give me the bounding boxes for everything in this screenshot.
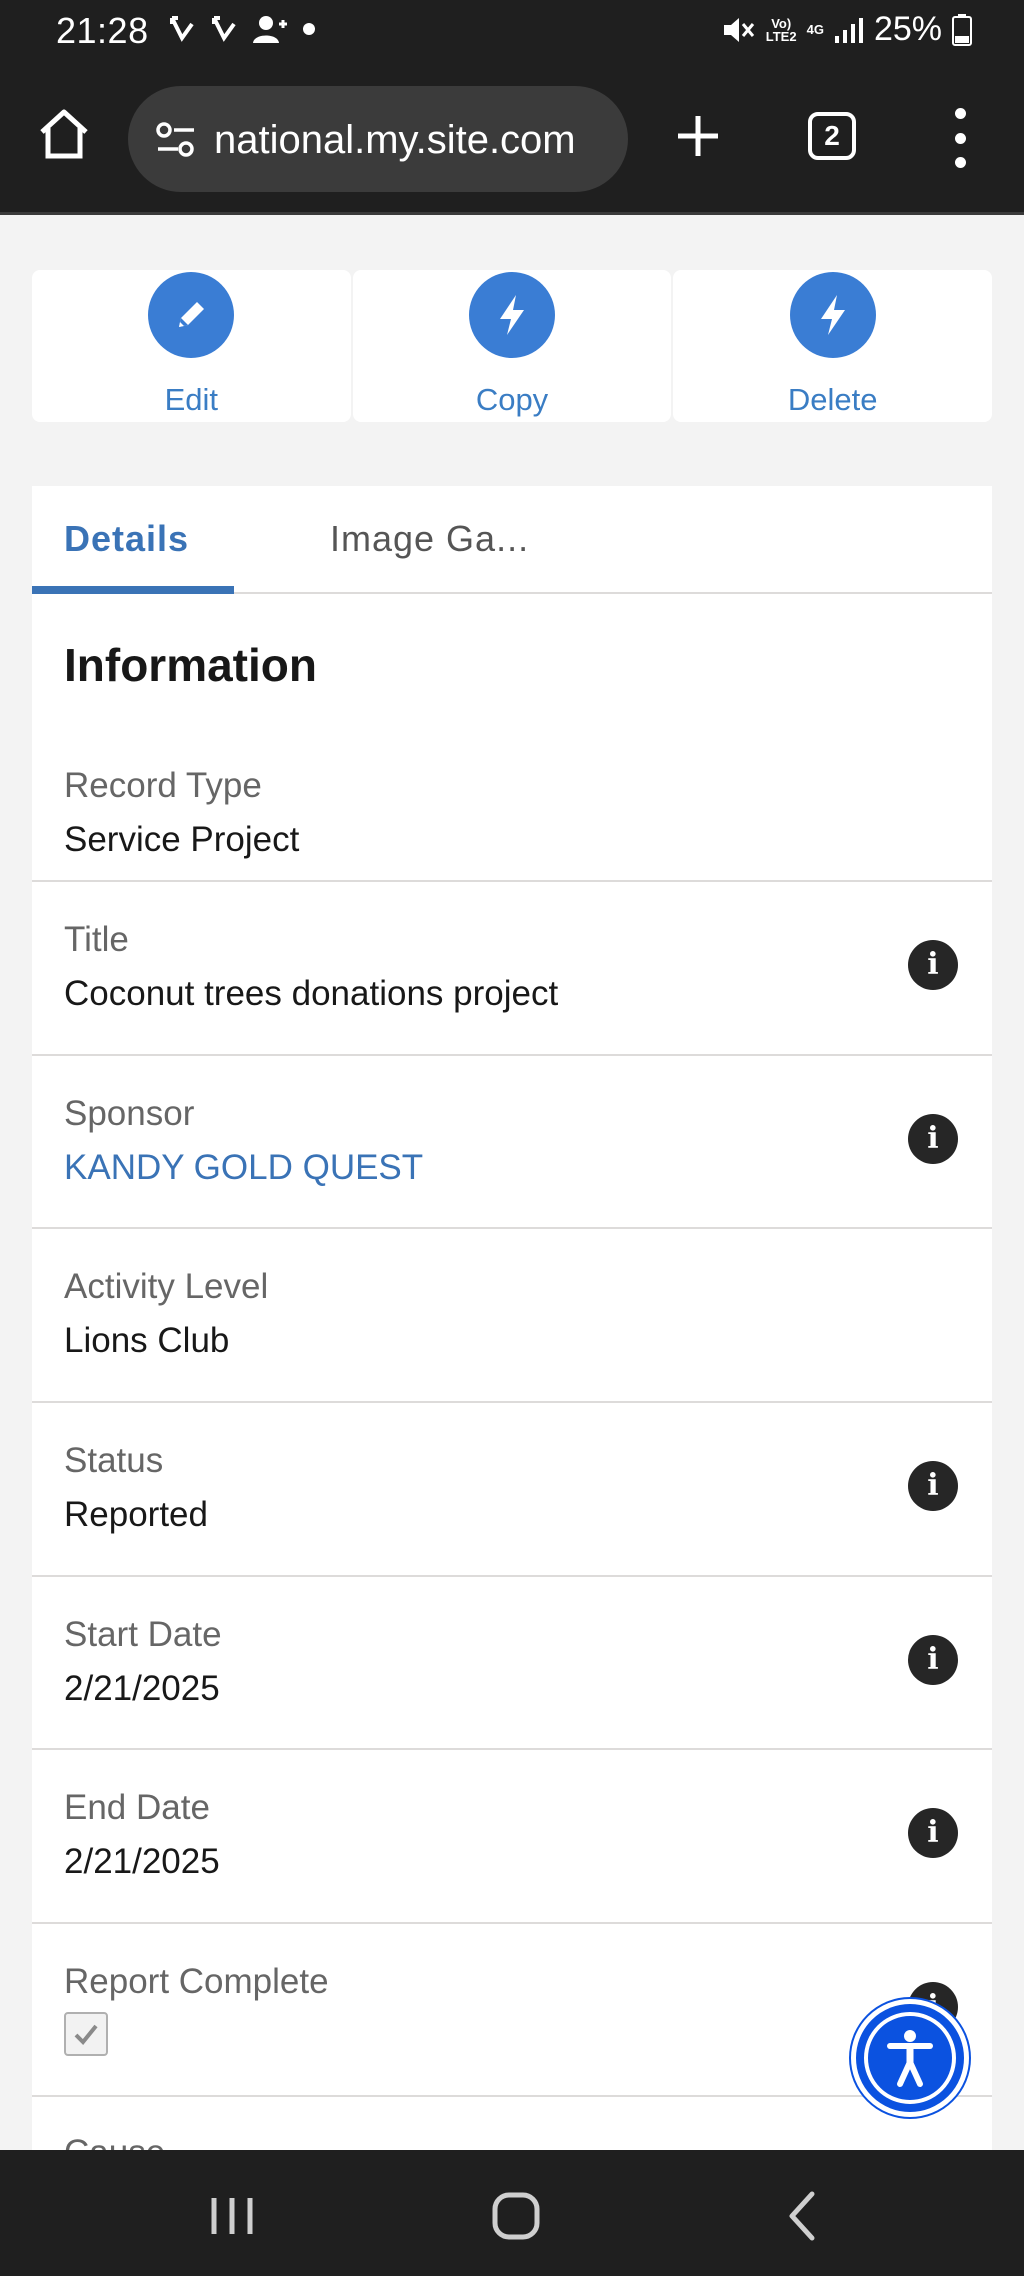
active-tab-indicator xyxy=(32,586,234,594)
field-value: Service Project xyxy=(64,820,300,859)
tab-details[interactable]: Details xyxy=(64,518,189,560)
new-tab-icon[interactable] xyxy=(672,110,724,162)
site-settings-icon[interactable] xyxy=(156,122,196,158)
info-icon[interactable]: i xyxy=(908,940,958,990)
field-value: Coconut trees donations project xyxy=(64,974,559,1013)
accessibility-icon xyxy=(887,2030,933,2087)
info-icon[interactable]: i xyxy=(908,1635,958,1685)
mute-icon xyxy=(723,17,754,42)
back-icon[interactable] xyxy=(774,2186,834,2246)
field-label: Activity Level xyxy=(64,1267,269,1306)
record-details-card: Details Image Ga... Information Record T… xyxy=(32,486,992,2150)
status-bar: 21:28 Vo) LTE2 4G 25% xyxy=(0,0,1024,66)
person-add-icon xyxy=(253,16,287,43)
network-type: Vo) LTE2 xyxy=(765,15,797,44)
missed-call-icon xyxy=(212,16,236,42)
field-record-type: Record Type Service Project xyxy=(32,736,992,882)
url-text[interactable]: national.my.site.com xyxy=(214,118,616,163)
field-title: Title Coconut trees donations project i xyxy=(32,882,992,1056)
network-gen: 4G xyxy=(806,22,824,37)
field-label: Cause xyxy=(64,2133,165,2150)
dot-icon xyxy=(303,23,315,35)
home-icon[interactable] xyxy=(486,2186,546,2246)
browser-toolbar: national.my.site.com 2 xyxy=(0,66,1024,214)
edit-button[interactable]: Edit xyxy=(32,270,351,422)
info-icon[interactable]: i xyxy=(908,1461,958,1511)
field-value: 2/21/2025 xyxy=(64,1669,220,1708)
field-cause: Cause xyxy=(32,2097,992,2150)
field-value: Reported xyxy=(64,1495,208,1534)
record-actions: Edit Copy Delete xyxy=(32,270,993,422)
info-icon[interactable]: i xyxy=(908,1114,958,1164)
home-icon[interactable] xyxy=(36,106,92,162)
field-start-date: Start Date 2/21/2025 i xyxy=(32,1577,992,1750)
field-value: 2/21/2025 xyxy=(64,1842,220,1881)
field-label: Status xyxy=(64,1441,164,1480)
delete-button[interactable]: Delete xyxy=(673,270,993,422)
sponsor-link[interactable]: KANDY GOLD QUEST xyxy=(64,1148,423,1188)
field-label: Record Type xyxy=(64,766,262,805)
toolbar-divider xyxy=(0,212,1024,215)
field-label: End Date xyxy=(64,1788,210,1827)
info-icon[interactable]: i xyxy=(908,1808,958,1858)
pencil-icon[interactable] xyxy=(148,272,235,358)
field-label: Sponsor xyxy=(64,1094,195,1133)
signal-icon xyxy=(834,17,863,43)
more-menu-icon[interactable] xyxy=(946,108,974,168)
field-activity-level: Activity Level Lions Club xyxy=(32,1229,992,1403)
accessibility-button[interactable] xyxy=(851,1999,969,2117)
notification-icons xyxy=(168,14,316,44)
tab-bar: Details Image Ga... xyxy=(32,486,992,594)
system-nav-bar xyxy=(0,2150,1024,2276)
field-label: Start Date xyxy=(64,1615,222,1654)
field-end-date: End Date 2/21/2025 i xyxy=(32,1750,992,1924)
missed-call-icon xyxy=(170,16,194,42)
edit-label[interactable]: Edit xyxy=(32,382,351,418)
report-complete-checkbox xyxy=(64,2012,108,2056)
recent-apps-icon[interactable] xyxy=(202,2186,262,2246)
address-bar[interactable]: national.my.site.com xyxy=(128,86,628,192)
tab-image-gallery[interactable]: Image Ga... xyxy=(330,518,529,560)
copy-button[interactable]: Copy xyxy=(352,270,672,422)
lightning-icon[interactable] xyxy=(789,272,876,358)
tab-switcher-icon[interactable]: 2 xyxy=(808,112,856,160)
field-value: Lions Club xyxy=(64,1321,230,1360)
copy-label[interactable]: Copy xyxy=(353,382,672,418)
battery-icon xyxy=(952,13,972,46)
status-right: Vo) LTE2 4G 25% xyxy=(722,10,972,49)
section-title: Information xyxy=(64,639,317,691)
field-label: Title xyxy=(64,920,129,959)
field-sponsor: Sponsor KANDY GOLD QUEST i xyxy=(32,1056,992,1229)
lightning-icon[interactable] xyxy=(469,272,555,358)
delete-label[interactable]: Delete xyxy=(673,382,992,418)
field-status: Status Reported i xyxy=(32,1403,992,1577)
battery-percent: 25% xyxy=(873,10,942,48)
field-report-complete: Report Complete i xyxy=(32,1924,992,2097)
field-label: Report Complete xyxy=(64,1962,329,2001)
status-time: 21:28 xyxy=(56,10,149,51)
